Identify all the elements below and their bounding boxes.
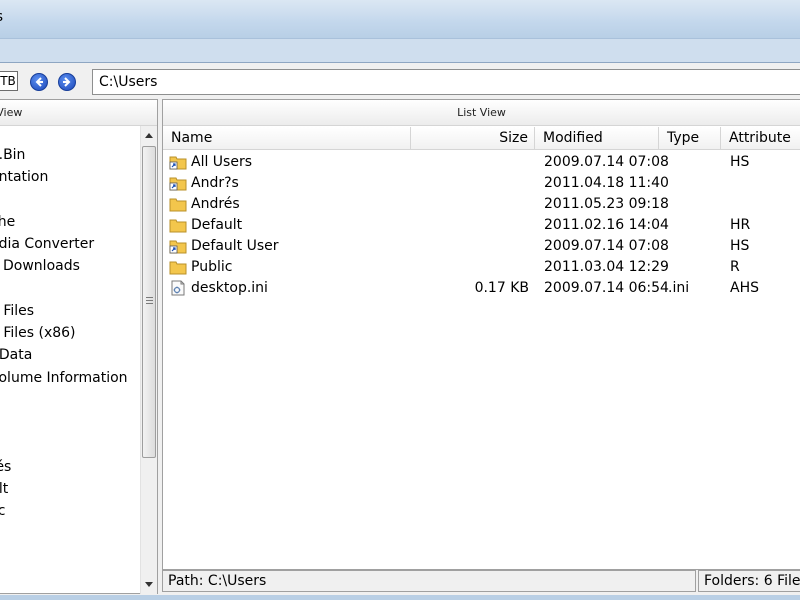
column-header-modified[interactable]: Modified xyxy=(535,127,659,150)
status-bar: Path: C:\Users Folders: 6 Files: xyxy=(162,570,800,594)
column-header-attribute[interactable]: Attribute xyxy=(721,127,800,150)
tree-item[interactable]: edia Converter xyxy=(0,236,94,256)
tree-item[interactable]: n Files xyxy=(0,303,34,323)
tree-list: e.Bin entation che edia Converter o Down… xyxy=(0,136,140,594)
table-row[interactable]: Andrés 2011.05.23 09:18 xyxy=(163,194,800,215)
title-bar[interactable]: rs xyxy=(0,0,800,38)
scroll-up-icon[interactable] xyxy=(145,133,153,138)
folder-shortcut-icon xyxy=(169,240,187,254)
folder-icon xyxy=(169,198,187,212)
tree-item[interactable]: nData xyxy=(0,347,32,367)
scroll-down-icon[interactable] xyxy=(145,582,153,587)
back-arrow-icon xyxy=(35,77,43,87)
table-row[interactable]: Andr?s 2011.04.18 11:40 xyxy=(163,173,800,194)
folder-icon xyxy=(169,219,187,233)
toolbar: TB C:\Users xyxy=(0,67,800,97)
file-name: Default xyxy=(191,217,243,233)
tree-item[interactable]: lic xyxy=(0,503,5,523)
file-name: Public xyxy=(191,259,233,275)
column-headers: Name Size Modified Type Attribute xyxy=(163,127,800,150)
file-modified: 2011.05.23 09:18 xyxy=(544,196,669,212)
file-name: Andr?s xyxy=(191,175,239,191)
file-modified: 2011.03.04 12:29 xyxy=(544,259,669,275)
file-modified: 2009.07.14 07:08 xyxy=(544,238,669,254)
app-window: rs TB C:\Users e View e.Bin entation che… xyxy=(0,0,800,600)
tree-item[interactable]: ult xyxy=(0,481,8,501)
client-area: TB C:\Users e View e.Bin entation che ed… xyxy=(0,62,800,595)
ini-file-icon xyxy=(171,280,185,296)
file-type: .ini xyxy=(668,280,690,296)
file-attribute: R xyxy=(730,259,740,275)
file-attribute: HS xyxy=(730,154,750,170)
file-modified: 2009.07.14 07:08 xyxy=(544,154,669,170)
list-view-header: List View xyxy=(163,100,800,126)
forward-button[interactable] xyxy=(58,73,76,91)
file-name: Andrés xyxy=(191,196,240,212)
back-button[interactable] xyxy=(30,73,48,91)
list-view-pane: List View Name Size Modified Type Attrib… xyxy=(162,99,800,570)
folder-shortcut-icon xyxy=(169,177,187,191)
file-modified: 2009.07.14 06:54 xyxy=(544,280,669,296)
table-row[interactable]: Public 2011.03.04 12:29 R xyxy=(163,257,800,278)
forward-arrow-icon xyxy=(63,77,71,87)
tree-view-header-label: e View xyxy=(0,106,23,119)
file-attribute: AHS xyxy=(730,280,759,296)
window-title: rs xyxy=(0,9,3,25)
tree-scrollbar[interactable] xyxy=(140,126,157,594)
table-row[interactable]: Default User 2009.07.14 07:08 HS xyxy=(163,236,800,257)
file-attribute: HR xyxy=(730,217,751,233)
tree-view-header: e View xyxy=(0,100,157,126)
file-attribute: HS xyxy=(730,238,750,254)
tree-item[interactable]: rés xyxy=(0,459,11,479)
address-input[interactable]: C:\Users xyxy=(92,69,800,95)
tree-item[interactable]: n Files (x86) xyxy=(0,325,76,345)
table-row[interactable]: desktop.ini 0.17 KB 2009.07.14 06:54 .in… xyxy=(163,278,800,299)
file-modified: 2011.04.18 11:40 xyxy=(544,175,669,191)
scroll-thumb[interactable] xyxy=(142,146,156,458)
tree-view-pane: e View e.Bin entation che edia Converter… xyxy=(0,99,158,594)
tree-item[interactable]: o Downloads xyxy=(0,258,80,278)
folder-icon xyxy=(169,261,187,275)
file-modified: 2011.02.16 14:04 xyxy=(544,217,669,233)
column-header-type[interactable]: Type xyxy=(659,127,721,150)
column-header-name[interactable]: Name xyxy=(163,127,411,150)
file-name: Default User xyxy=(191,238,279,254)
window-bottom-border xyxy=(0,595,800,600)
table-row[interactable]: Default 2011.02.16 14:04 HR xyxy=(163,215,800,236)
menu-bar xyxy=(0,38,800,62)
tree-item[interactable]: che xyxy=(0,214,15,234)
file-name: All Users xyxy=(191,154,253,170)
status-summary: Folders: 6 Files: xyxy=(698,570,800,592)
file-name: desktop.ini xyxy=(191,280,268,296)
table-row[interactable]: All Users 2009.07.14 07:08 HS xyxy=(163,152,800,173)
folder-shortcut-icon xyxy=(169,156,187,170)
tb-button[interactable]: TB xyxy=(0,71,18,91)
tree-item[interactable]: Volume Information xyxy=(0,370,128,390)
tree-item[interactable]: entation xyxy=(0,169,48,189)
status-path: Path: C:\Users xyxy=(162,570,696,592)
column-header-size[interactable]: Size xyxy=(411,127,535,150)
file-size: 0.17 KB xyxy=(474,280,529,296)
tree-item[interactable]: e.Bin xyxy=(0,147,25,167)
